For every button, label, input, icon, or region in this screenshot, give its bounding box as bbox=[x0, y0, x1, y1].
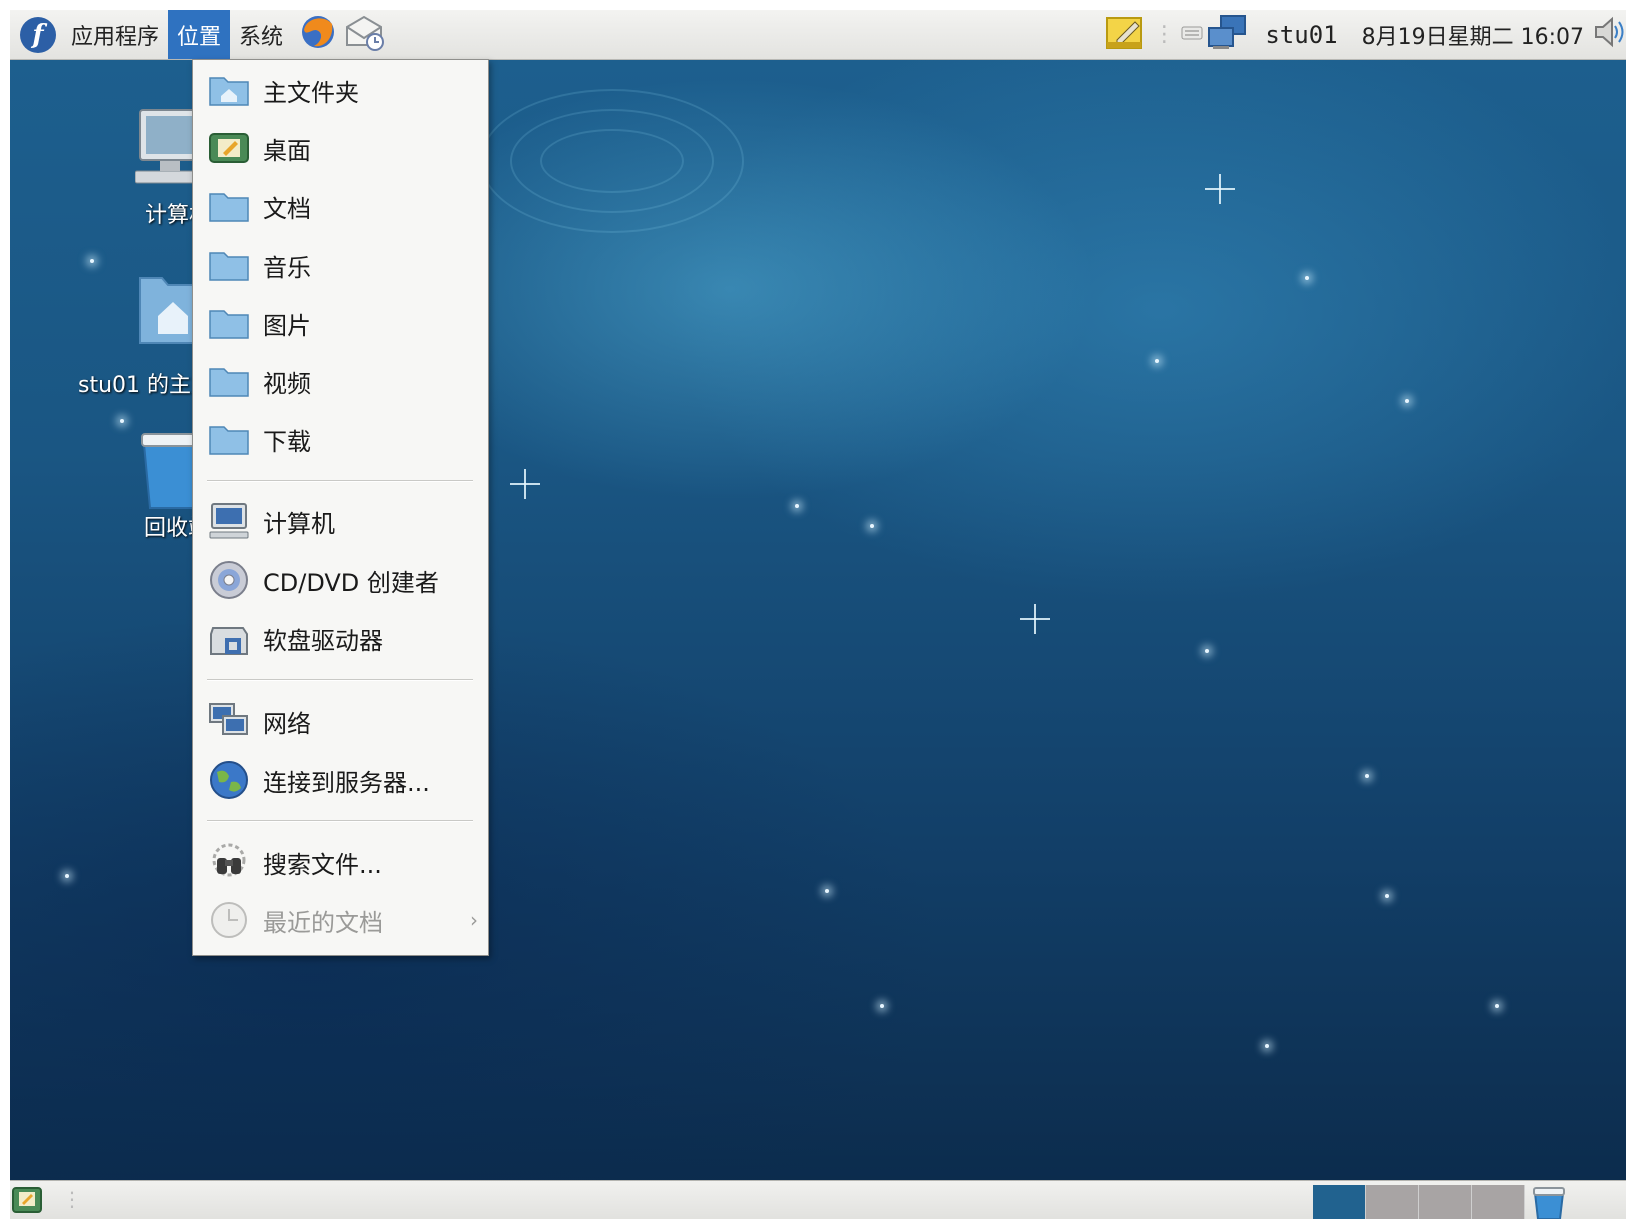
menu-separator bbox=[207, 679, 473, 681]
system-menu[interactable]: 系统 bbox=[230, 10, 292, 59]
show-desktop-icon[interactable] bbox=[12, 1185, 42, 1219]
menu-item-label: 图片 bbox=[263, 311, 311, 340]
menu-item-documents[interactable]: 文档 bbox=[193, 178, 488, 234]
fedora-logo-icon[interactable]: f bbox=[20, 16, 56, 53]
menu-item-label: 下载 bbox=[263, 427, 311, 456]
menu-item-desktop[interactable]: 桌面 bbox=[193, 120, 488, 176]
folder-icon bbox=[209, 419, 249, 459]
computer-icon bbox=[209, 501, 249, 541]
menu-item-cd-dvd-creator[interactable]: CD/DVD 创建者 bbox=[193, 552, 488, 608]
workspace-4[interactable] bbox=[1472, 1185, 1525, 1219]
trash-applet-icon[interactable] bbox=[1532, 1185, 1566, 1219]
top-panel: f 应用程序 位置 系统 ⋮ stu01 8月19日星期二 16:07 bbox=[10, 10, 1626, 60]
menu-item-label: 连接到服务器... bbox=[263, 768, 430, 797]
screen: 计算机 stu01 的主文件夹 回收站 f 应用程序 位置 系统 ⋮ stu01… bbox=[10, 10, 1626, 1219]
menu-item-label: 最近的文档 bbox=[263, 908, 383, 937]
menu-item-downloads[interactable]: 下载 bbox=[193, 411, 488, 467]
network-icon[interactable] bbox=[1207, 14, 1247, 56]
cd-icon bbox=[209, 560, 249, 600]
workspace-1[interactable] bbox=[1313, 1185, 1366, 1219]
menu-item-label: 视频 bbox=[263, 369, 311, 398]
menu-item-label: 搜索文件... bbox=[263, 850, 382, 879]
menu-item-computer[interactable]: 计算机 bbox=[193, 493, 488, 549]
home-folder-icon bbox=[209, 70, 249, 110]
menu-item-home-folder[interactable]: 主文件夹 bbox=[193, 62, 488, 118]
search-binoculars-icon bbox=[209, 842, 249, 882]
applications-menu[interactable]: 应用程序 bbox=[62, 10, 168, 59]
places-menu-button[interactable]: 位置 bbox=[168, 10, 231, 59]
workspace-3[interactable] bbox=[1419, 1185, 1472, 1219]
user-name[interactable]: stu01 bbox=[1265, 21, 1337, 49]
star-sparkle bbox=[510, 469, 540, 499]
folder-icon bbox=[209, 303, 249, 343]
menu-item-videos[interactable]: 视频 bbox=[193, 353, 488, 409]
menu-separator bbox=[207, 480, 473, 482]
menu-item-connect-server[interactable]: 连接到服务器... bbox=[193, 752, 488, 808]
menu-item-label: 主文件夹 bbox=[263, 78, 359, 107]
menu-item-search-files[interactable]: 搜索文件... bbox=[193, 834, 488, 890]
menu-item-floppy-drive[interactable]: 软盘驱动器 bbox=[193, 610, 488, 666]
star-sparkle bbox=[1020, 604, 1050, 634]
desktop-folder-icon bbox=[209, 128, 249, 168]
menu-item-recent-documents[interactable]: 最近的文档 › bbox=[193, 892, 488, 948]
menu-item-label: 文档 bbox=[263, 194, 311, 223]
volume-icon[interactable] bbox=[1594, 15, 1624, 55]
globe-icon bbox=[209, 760, 249, 800]
clock[interactable]: 8月19日星期二 16:07 bbox=[1362, 19, 1584, 51]
menu-item-label: 网络 bbox=[263, 709, 311, 738]
star-sparkle bbox=[1205, 174, 1235, 204]
chevron-right-icon: › bbox=[470, 908, 478, 932]
menu-separator bbox=[207, 820, 473, 822]
folder-icon bbox=[209, 361, 249, 401]
menu-item-pictures[interactable]: 图片 bbox=[193, 295, 488, 351]
menu-item-label: 计算机 bbox=[263, 509, 335, 538]
menu-item-label: 桌面 bbox=[263, 136, 311, 165]
menu-item-label: 音乐 bbox=[263, 253, 311, 282]
keyboard-icon[interactable] bbox=[1181, 22, 1203, 47]
bottom-panel: ⋮ bbox=[10, 1180, 1626, 1219]
folder-icon bbox=[209, 245, 249, 285]
notes-icon[interactable] bbox=[1105, 14, 1145, 56]
menu-item-label: CD/DVD 创建者 bbox=[263, 568, 439, 597]
folder-icon bbox=[209, 186, 249, 226]
workspace-2[interactable] bbox=[1366, 1185, 1419, 1219]
firefox-icon[interactable] bbox=[300, 14, 336, 56]
floppy-icon bbox=[209, 618, 249, 658]
menu-item-network[interactable]: 网络 bbox=[193, 693, 488, 749]
mail-icon[interactable] bbox=[344, 13, 386, 57]
recent-clock-icon bbox=[209, 900, 249, 940]
network-icon bbox=[209, 701, 249, 741]
menu-item-music[interactable]: 音乐 bbox=[193, 237, 488, 293]
places-dropdown-menu: 主文件夹 桌面 文档 音乐 图片 视频 下载 计算机 CD/DVD 创建者 软盘… bbox=[192, 59, 489, 956]
menu-item-label: 软盘驱动器 bbox=[263, 626, 383, 655]
